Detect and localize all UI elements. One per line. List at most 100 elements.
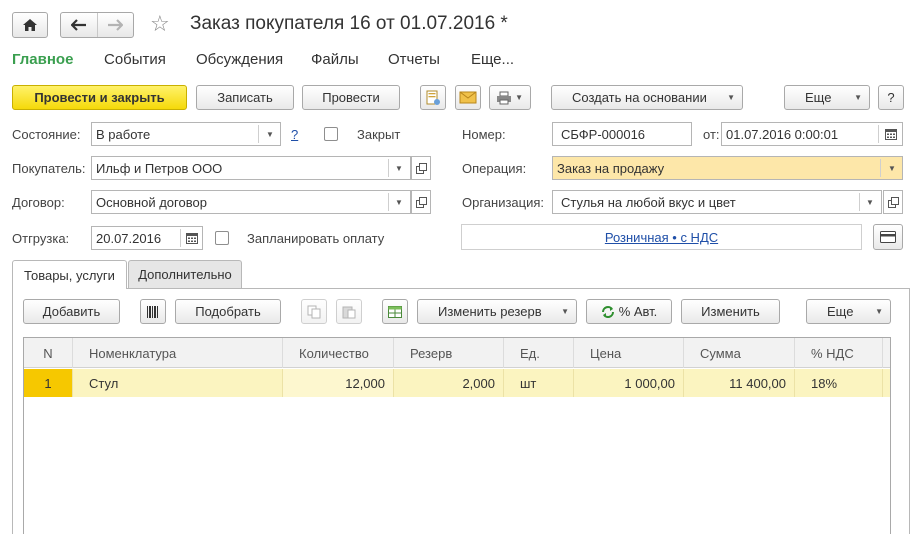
arrow-right-icon <box>108 19 124 31</box>
row-number: 1 <box>24 369 73 397</box>
row-price[interactable]: 1 000,00 <box>574 369 684 397</box>
favorite-star-icon[interactable]: ☆ <box>150 11 170 37</box>
column-header-n[interactable]: N <box>24 338 73 368</box>
open-window-icon <box>887 196 899 208</box>
row-vat[interactable]: 18% <box>795 369 883 397</box>
column-header-vat[interactable]: % НДС <box>795 338 883 368</box>
more-actions-button[interactable]: Еще ▼ <box>784 85 870 110</box>
auto-discount-button[interactable]: % Авт. <box>586 299 672 324</box>
row-unit[interactable]: шт <box>504 369 574 397</box>
buyer-input[interactable]: Ильф и Петров ООО ▼ <box>91 156 411 180</box>
goods-table: N Номенклатура Количество Резерв Ед. Цен… <box>23 337 891 534</box>
copy-icon <box>307 305 321 318</box>
help-button[interactable]: ? <box>878 85 904 110</box>
home-icon <box>23 19 37 31</box>
open-window-icon <box>415 162 427 174</box>
menu-item-more[interactable]: Еще... <box>471 51 514 68</box>
table-row[interactable]: 1 Стул 12,000 2,000 шт 1 000,00 11 400,0… <box>24 369 890 397</box>
operation-value: Заказ на продажу <box>557 160 665 176</box>
tab-additional[interactable]: Дополнительно <box>128 260 242 288</box>
paste-icon <box>342 306 356 318</box>
row-reserve[interactable]: 2,000 <box>394 369 504 397</box>
table-grid-icon <box>388 305 402 318</box>
more-actions-label: Еще <box>805 90 832 105</box>
column-header-quantity[interactable]: Количество <box>283 338 394 368</box>
chevron-down-icon: ▼ <box>561 307 569 316</box>
column-header-reserve[interactable]: Резерв <box>394 338 504 368</box>
number-value: СБФР-000016 <box>561 126 646 142</box>
price-type-box: Розничная • с НДС <box>461 224 862 250</box>
credit-card-icon <box>880 231 896 243</box>
date-input[interactable]: 01.07.2016 0:00:01 <box>721 122 903 146</box>
change-reserve-button[interactable]: Изменить резерв ▼ <box>417 299 577 324</box>
window-title: Заказ покупателя 16 от 01.07.2016 * <box>190 13 508 34</box>
home-button[interactable] <box>12 12 48 38</box>
chevron-down-icon: ▼ <box>266 129 274 139</box>
table-settings-button[interactable] <box>382 299 408 324</box>
open-window-icon <box>415 196 427 208</box>
chevron-down-icon: ▼ <box>854 93 862 102</box>
contract-input[interactable]: Основной договор ▼ <box>91 190 411 214</box>
email-button[interactable] <box>455 85 481 110</box>
chevron-down-icon: ▼ <box>395 163 403 173</box>
state-select[interactable]: В работе ▼ <box>91 122 281 146</box>
price-type-link[interactable]: Розничная • с НДС <box>605 230 718 245</box>
change-reserve-label: Изменить резерв <box>438 304 542 319</box>
column-header-sum[interactable]: Сумма <box>684 338 795 368</box>
row-quantity[interactable]: 12,000 <box>283 369 394 397</box>
number-input[interactable]: СБФР-000016 <box>552 122 692 146</box>
paste-button[interactable] <box>336 299 362 324</box>
back-button[interactable] <box>61 13 97 37</box>
calendar-icon[interactable] <box>186 233 198 244</box>
menu-item-events[interactable]: События <box>104 51 166 68</box>
menu-item-files[interactable]: Файлы <box>311 51 359 68</box>
organization-open-button[interactable] <box>883 190 903 214</box>
column-header-price[interactable]: Цена <box>574 338 684 368</box>
change-button[interactable]: Изменить <box>681 299 780 324</box>
buyer-value: Ильф и Петров ООО <box>96 160 223 176</box>
chevron-down-icon: ▼ <box>395 197 403 207</box>
barcode-button[interactable] <box>140 299 166 324</box>
shipment-date-input[interactable]: 20.07.2016 <box>91 226 203 250</box>
save-button[interactable]: Записать <box>196 85 294 110</box>
contract-value: Основной договор <box>96 194 207 210</box>
forward-button[interactable] <box>96 13 134 37</box>
contract-open-button[interactable] <box>411 190 431 214</box>
tab-goods-services[interactable]: Товары, услуги <box>12 260 127 289</box>
column-header-item[interactable]: Номенклатура <box>73 338 283 368</box>
copy-row-button[interactable] <box>301 299 327 324</box>
operation-select[interactable]: Заказ на продажу ▼ <box>552 156 903 180</box>
pick-items-button[interactable]: Подобрать <box>175 299 281 324</box>
plan-payment-label: Запланировать оплату <box>247 231 385 246</box>
print-button[interactable]: ▼ <box>489 85 531 110</box>
table-more-button[interactable]: Еще ▼ <box>806 299 891 324</box>
payment-card-button[interactable] <box>873 224 903 250</box>
create-based-on-button[interactable]: Создать на основании ▼ <box>551 85 743 110</box>
organization-input[interactable]: Стулья на любой вкус и цвет ▼ <box>552 190 882 214</box>
post-and-close-button[interactable]: Провести и закрыть <box>12 85 187 110</box>
post-button[interactable]: Провести <box>302 85 400 110</box>
create-based-on-label: Создать на основании <box>572 90 707 105</box>
column-header-unit[interactable]: Ед. <box>504 338 574 368</box>
organization-label: Организация: <box>462 195 545 210</box>
barcode-icon <box>147 305 158 318</box>
calendar-icon[interactable] <box>885 129 897 140</box>
chevron-down-icon: ▼ <box>866 197 874 207</box>
menu-item-main[interactable]: Главное <box>12 51 73 68</box>
plan-payment-checkbox[interactable] <box>215 231 229 245</box>
row-item[interactable]: Стул <box>73 369 283 397</box>
shipment-date-value: 20.07.2016 <box>96 230 162 246</box>
buyer-open-button[interactable] <box>411 156 431 180</box>
add-row-button[interactable]: Добавить <box>23 299 120 324</box>
closed-checkbox[interactable] <box>324 127 338 141</box>
menu-item-discussions[interactable]: Обсуждения <box>196 51 283 68</box>
date-label: от: <box>703 127 720 142</box>
date-value: 01.07.2016 0:00:01 <box>726 126 839 142</box>
buyer-label: Покупатель: <box>12 161 86 176</box>
document-report-button[interactable] <box>420 85 446 110</box>
navigation-buttons <box>60 12 134 38</box>
menu-item-reports[interactable]: Отчеты <box>388 51 440 68</box>
operation-label: Операция: <box>462 161 527 176</box>
contract-label: Договор: <box>12 195 65 210</box>
state-help-link[interactable]: ? <box>291 127 298 142</box>
